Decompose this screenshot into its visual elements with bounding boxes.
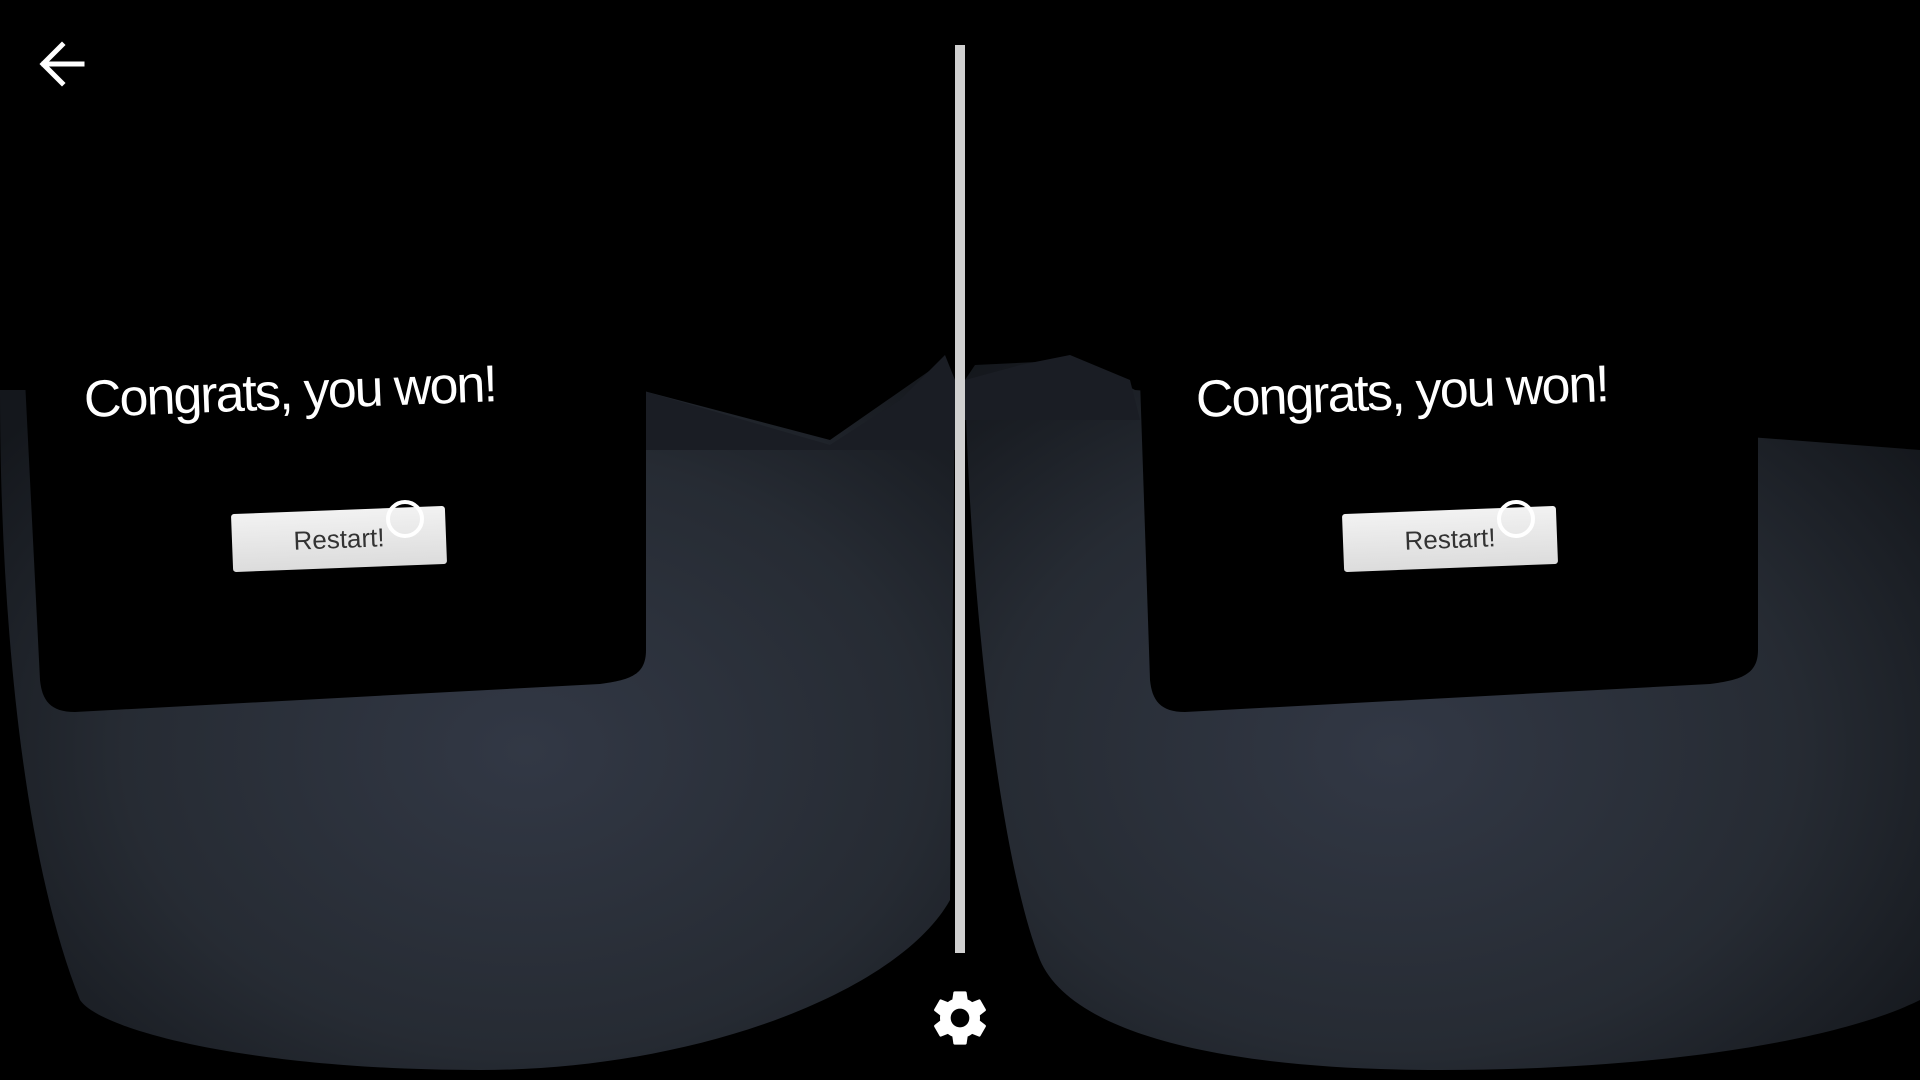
gaze-reticle	[386, 500, 424, 538]
eye-divider	[955, 45, 965, 953]
arrow-left-icon	[39, 41, 85, 87]
left-scene-background	[0, 355, 955, 1070]
vr-viewport: Congrats, you won! Restart! Congrats, yo…	[0, 0, 1920, 1080]
settings-button[interactable]	[928, 986, 992, 1050]
gear-icon	[934, 991, 986, 1045]
back-button[interactable]	[30, 32, 94, 96]
left-eye-view: Congrats, you won! Restart!	[0, 0, 960, 1080]
right-eye-view: Congrats, you won! Restart!	[960, 0, 1920, 1080]
gaze-reticle	[1497, 500, 1535, 538]
